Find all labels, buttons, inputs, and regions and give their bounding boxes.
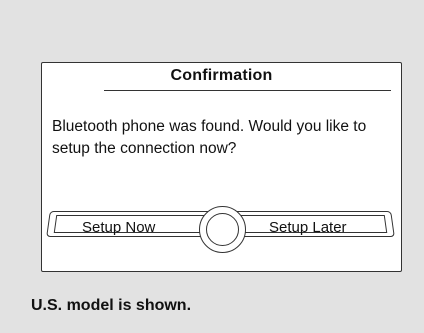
dialog-title: Confirmation	[170, 67, 273, 84]
selector-knob-center	[206, 213, 239, 246]
selector-knob-icon[interactable]	[199, 206, 246, 253]
model-caption: U.S. model is shown.	[31, 297, 192, 314]
dialog-message: Bluetooth phone was found. Would you lik…	[52, 118, 367, 157]
setup-later-label: Setup Later	[269, 219, 347, 236]
title-divider	[104, 90, 391, 91]
setup-now-label: Setup Now	[82, 219, 156, 236]
confirmation-dialog-screen: Confirmation Bluetooth phone was found. …	[41, 62, 402, 272]
